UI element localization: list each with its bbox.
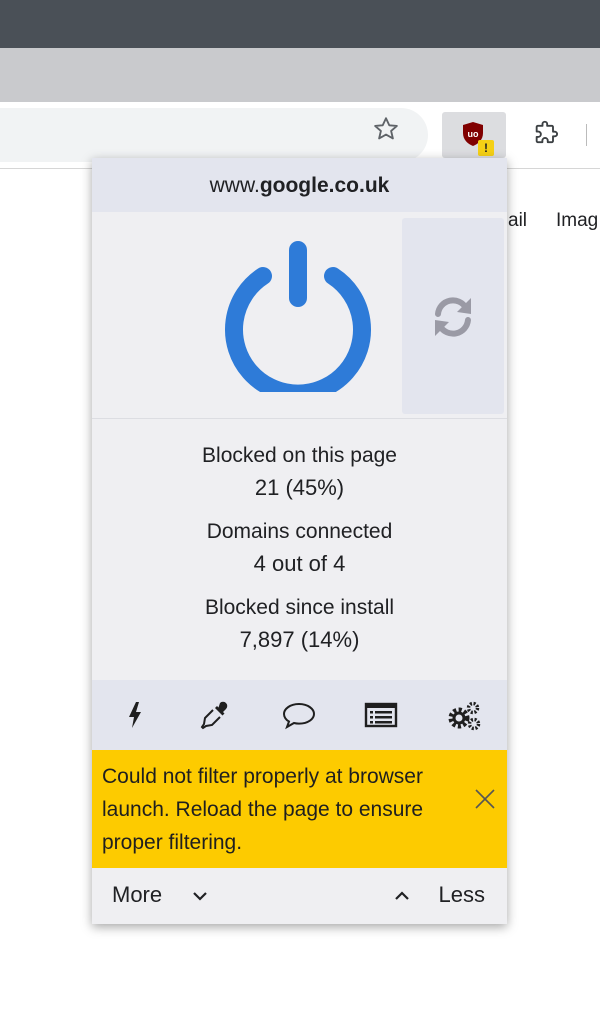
address-bar[interactable] bbox=[0, 108, 428, 162]
popup-footer: More Less bbox=[92, 868, 507, 924]
stat-label-blocked-page: Blocked on this page bbox=[202, 444, 397, 467]
tools-bar bbox=[92, 680, 507, 750]
close-icon[interactable] bbox=[474, 788, 496, 810]
refresh-icon bbox=[435, 297, 471, 337]
chevron-up-icon[interactable] bbox=[394, 890, 410, 902]
hostname-domain: google.co.uk bbox=[259, 174, 390, 197]
logger-list-icon[interactable] bbox=[364, 700, 398, 730]
stat-value-blocked-install: 7,897 (14%) bbox=[239, 627, 360, 652]
gears-icon[interactable] bbox=[446, 700, 482, 731]
ublock-popup: www.google.co.uk Blocked on this page 21… bbox=[92, 158, 507, 924]
page-link-gmail[interactable]: ail bbox=[508, 210, 527, 232]
stat-label-domains: Domains connected bbox=[206, 520, 393, 543]
hostname-prefix: www. bbox=[209, 174, 260, 197]
notice-text: Could not filter properly at browser lau… bbox=[102, 765, 424, 854]
stat-label-blocked-install: Blocked since install bbox=[204, 596, 395, 619]
speech-bubble-icon[interactable] bbox=[282, 700, 316, 730]
power-icon[interactable] bbox=[218, 232, 378, 392]
puzzle-icon[interactable] bbox=[532, 120, 560, 148]
stat-value-blocked-page: 21 (45%) bbox=[254, 475, 345, 500]
page-link-images[interactable]: Imag bbox=[556, 210, 598, 232]
stats-section: Blocked on this page 21 (45%) Domains co… bbox=[92, 440, 507, 668]
stat-value-domains: 4 out of 4 bbox=[253, 551, 346, 576]
more-button[interactable]: More bbox=[112, 882, 162, 908]
bookmark-star-icon[interactable] bbox=[372, 115, 400, 143]
eyedropper-icon[interactable] bbox=[200, 700, 230, 730]
browser-tab-strip bbox=[0, 48, 600, 102]
refresh-button[interactable] bbox=[402, 218, 504, 414]
lightning-icon[interactable] bbox=[120, 700, 150, 730]
power-area bbox=[92, 212, 402, 418]
less-button[interactable]: Less bbox=[439, 882, 485, 908]
browser-title-bar bbox=[0, 0, 600, 48]
section-divider bbox=[92, 418, 507, 419]
hostname-header: www.google.co.uk bbox=[92, 158, 507, 212]
warning-notice: Could not filter properly at browser lau… bbox=[92, 750, 507, 868]
ublock-extension-button[interactable]: uo ! bbox=[442, 112, 506, 158]
svg-text:uo: uo bbox=[468, 129, 479, 139]
toolbar-separator bbox=[586, 124, 587, 146]
chevron-down-icon[interactable] bbox=[192, 890, 208, 902]
warning-badge: ! bbox=[478, 140, 494, 156]
